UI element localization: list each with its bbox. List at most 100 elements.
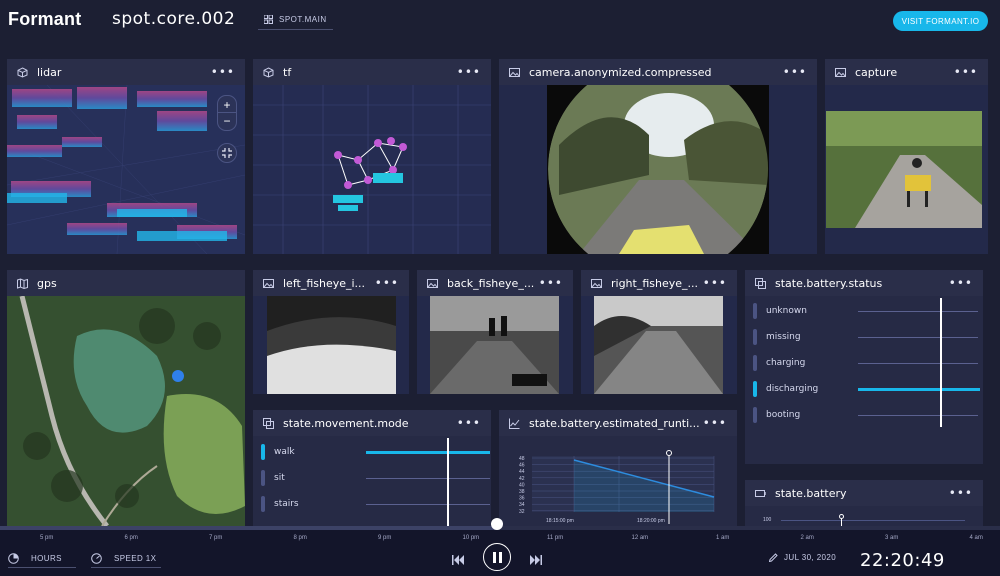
state-track xyxy=(858,363,978,364)
panel-title: lidar xyxy=(37,65,62,79)
more-menu-icon[interactable]: ••• xyxy=(949,276,973,290)
y-tick-label: 42 xyxy=(519,476,525,482)
more-menu-icon[interactable]: ••• xyxy=(949,486,973,500)
movement-mode-timeline[interactable]: walk sit stairs xyxy=(253,436,491,526)
hours-button[interactable]: HOURS xyxy=(8,550,76,568)
cube-icon xyxy=(263,66,274,78)
image-icon xyxy=(591,278,602,288)
battery-status-panel: state.battery.status ••• unknown missing c… xyxy=(745,270,983,464)
formant-logo[interactable]: Formant xyxy=(8,9,81,30)
image-icon xyxy=(263,278,274,288)
state-track xyxy=(858,311,978,312)
clock-icon xyxy=(8,553,19,564)
panel-title: back_fisheye_... xyxy=(447,276,535,290)
copy-icon xyxy=(755,277,766,289)
runtime-line-chart: 484644424038363432 18:15:00 pm 18:20:00 … xyxy=(519,450,715,524)
more-menu-icon[interactable]: ••• xyxy=(375,276,399,290)
state-row[interactable]: discharging xyxy=(753,378,980,400)
state-label: missing xyxy=(766,332,801,342)
pause-button[interactable] xyxy=(483,543,511,571)
time-tick-label: 7 pm xyxy=(209,535,223,541)
runtime-chart[interactable]: 48 46 44 42 40 38 36 34 32 18:15:00 pm 18:20:00 … xyxy=(499,436,737,526)
date-picker[interactable]: JUL 30, 2020 xyxy=(769,553,836,562)
camera-image xyxy=(547,85,769,254)
timeline-scrubber-handle[interactable] xyxy=(491,518,503,530)
zoom-in-button[interactable]: + xyxy=(217,95,237,113)
y-tick-label: 40 xyxy=(519,482,525,488)
battery-runtime-panel: state.battery.estimated_runti... ••• 48 4… xyxy=(499,410,737,526)
more-menu-icon[interactable]: ••• xyxy=(457,65,481,79)
y-tick-label: 34 xyxy=(519,502,525,508)
capture-image xyxy=(826,111,982,228)
zoom-out-button[interactable]: − xyxy=(217,113,237,131)
state-row[interactable]: unknown xyxy=(753,300,979,322)
battery-panel: state.battery ••• 100 xyxy=(745,480,983,526)
panel-title: capture xyxy=(855,65,898,79)
time-tick-label: 6 pm xyxy=(124,535,138,541)
battery-chart[interactable]: 100 xyxy=(745,506,983,526)
state-track xyxy=(858,337,978,338)
y-tick-label: 48 xyxy=(519,456,525,462)
more-menu-icon[interactable]: ••• xyxy=(211,65,235,79)
pause-icon xyxy=(492,551,502,563)
more-menu-icon[interactable]: ••• xyxy=(703,276,727,290)
more-menu-icon[interactable]: ••• xyxy=(703,416,727,430)
y-tick-label: 38 xyxy=(519,489,525,495)
state-label: booting xyxy=(766,410,801,420)
row-indicator xyxy=(753,381,757,397)
line-chart-icon xyxy=(509,418,520,429)
movement-mode-panel: state.movement.mode ••• walk sit stairs xyxy=(253,410,491,526)
pencil-icon xyxy=(769,553,778,562)
y-tick-label: 36 xyxy=(519,496,525,502)
speed-icon xyxy=(91,553,102,564)
lidar-pointcloud xyxy=(7,85,245,254)
panel-title: state.battery.estimated_runti... xyxy=(529,416,700,430)
right-fisheye-feed xyxy=(581,296,737,394)
state-row[interactable]: sit xyxy=(261,467,490,489)
hours-label: HOURS xyxy=(31,554,62,563)
more-menu-icon[interactable]: ••• xyxy=(539,276,563,290)
tf-viewer[interactable] xyxy=(253,85,491,254)
lidar-panel: lidar ••• + − xyxy=(7,59,245,254)
layout-selector[interactable]: SPOT.MAIN xyxy=(258,10,333,30)
more-menu-icon[interactable]: ••• xyxy=(783,65,807,79)
panel-title: right_fisheye_... xyxy=(611,276,699,290)
skip-forward-button[interactable] xyxy=(530,552,544,565)
more-menu-icon[interactable]: ••• xyxy=(954,65,978,79)
more-menu-icon[interactable]: ••• xyxy=(457,416,481,430)
lidar-viewer[interactable]: + − xyxy=(7,85,245,254)
speed-button[interactable]: SPEED 1X xyxy=(91,550,161,568)
state-row[interactable]: stairs xyxy=(261,493,490,515)
capture-image-area xyxy=(825,85,988,254)
time-tick-label: 3 am xyxy=(885,535,899,541)
row-indicator xyxy=(753,303,757,319)
state-row[interactable]: missing xyxy=(753,326,979,348)
battery-icon xyxy=(755,489,766,497)
state-row[interactable]: charging xyxy=(753,352,979,374)
right-fisheye-panel: right_fisheye_... ••• xyxy=(581,270,737,394)
timeline-bar: 5 pm 6 pm 7 pm 8 pm 9 pm 10 pm 11 pm 12 am 1 am 2… xyxy=(0,518,1000,576)
back-fisheye-panel: back_fisheye_... ••• xyxy=(417,270,573,394)
skip-back-button[interactable] xyxy=(452,552,466,565)
panel-title: state.battery.status xyxy=(775,276,883,290)
state-row[interactable]: booting xyxy=(753,404,979,426)
robot-position-marker[interactable] xyxy=(172,370,184,382)
time-tick-label: 11 pm xyxy=(547,535,564,541)
state-label: unknown xyxy=(766,306,807,316)
camera-feed xyxy=(499,85,817,254)
skip-forward-icon xyxy=(530,555,542,565)
time-tick-label: 4 am xyxy=(969,535,983,541)
time-tick-label: 12 am xyxy=(631,535,649,541)
map-icon xyxy=(17,277,28,289)
recenter-button[interactable] xyxy=(217,143,237,163)
gps-map[interactable] xyxy=(7,296,245,526)
grid-icon xyxy=(264,15,273,24)
state-row[interactable]: walk xyxy=(261,441,490,463)
row-indicator xyxy=(261,496,265,512)
recenter-icon xyxy=(222,148,232,158)
visit-formant-button[interactable]: VISIT FORMANT.IO xyxy=(893,11,988,31)
image-icon xyxy=(835,67,846,77)
top-bar: Formant spot.core.002 SPOT.MAIN VISIT FO… xyxy=(0,0,1000,44)
battery-status-timeline[interactable]: unknown missing charging discharging booting xyxy=(745,296,983,464)
left-fisheye-feed xyxy=(253,296,409,394)
